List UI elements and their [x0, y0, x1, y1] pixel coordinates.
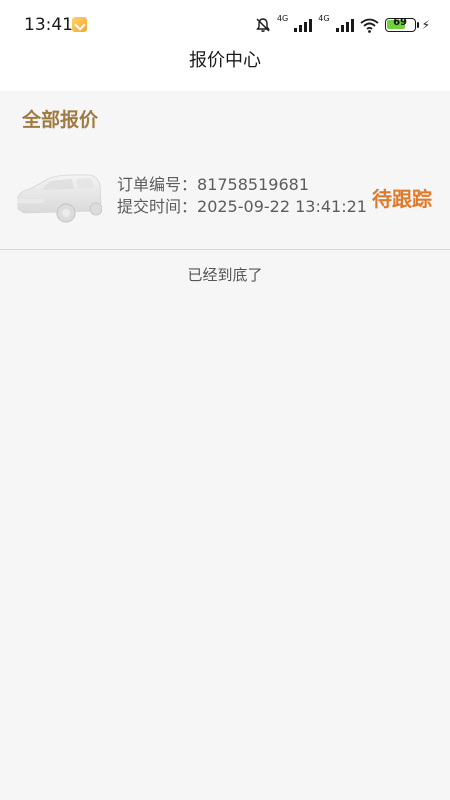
section-title: 全部报价 — [22, 109, 99, 131]
network-type-label: 4G — [276, 14, 289, 23]
submit-time-label: 提交时间： — [117, 197, 198, 216]
quote-status: 待跟踪 — [372, 187, 432, 211]
network-type-label-2: 4G — [318, 14, 330, 23]
status-icons: 4G 4G 69 ⚡ — [255, 14, 430, 36]
car-image — [17, 174, 102, 223]
status-bar: 13:41 4G 4G 69 ⚡ — [0, 0, 450, 50]
list-end-text: 已经到底了 — [187, 266, 263, 284]
divider — [0, 249, 450, 250]
status-time: 13:41 — [24, 15, 73, 35]
page-title: 报价中心 — [189, 50, 261, 71]
signal-strength-icon-2 — [335, 18, 354, 32]
notification-app-icon — [72, 17, 87, 32]
nav-bar: 报价中心 — [0, 50, 450, 91]
charging-icon: ⚡ — [421, 18, 430, 32]
quote-list-item[interactable]: 订单编号：81758519681 提交时间：2025-09-22 13:41:2… — [0, 151, 450, 249]
wifi-icon — [359, 18, 379, 33]
battery-percent: 69 — [393, 17, 408, 28]
quote-list-page: 全部报价 订单编号：81758519681 提交时间：2025-09-22 13… — [0, 91, 450, 800]
submit-time-value: 2025-09-22 13:41:21 — [197, 197, 367, 216]
order-number-label: 订单编号： — [117, 175, 198, 194]
bell-muted-icon — [256, 18, 270, 32]
order-number-value: 81758519681 — [197, 175, 309, 194]
battery-icon: 69 — [384, 17, 419, 32]
order-number-line: 订单编号：81758519681 — [117, 175, 309, 195]
signal-strength-icon — [294, 18, 313, 32]
submit-time-line: 提交时间：2025-09-22 13:41:21 — [117, 197, 367, 217]
